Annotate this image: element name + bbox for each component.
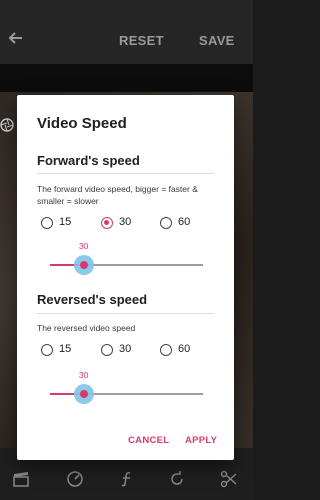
forward-radio-label-60: 60: [178, 216, 191, 228]
reversed-speed-slider[interactable]: [50, 393, 203, 395]
reversed-radio-15[interactable]: [41, 344, 53, 356]
clapperboard-icon[interactable]: [12, 470, 30, 488]
reversed-radio-label-30: 30: [119, 343, 132, 355]
divider: [37, 313, 214, 314]
reversed-radio-60[interactable]: [160, 344, 172, 356]
forward-radio-15[interactable]: [41, 217, 53, 229]
forward-slider-value: 30: [78, 241, 89, 251]
forward-speed-description: The forward video speed, bigger = faster…: [37, 184, 198, 206]
save-button[interactable]: SAVE: [199, 33, 235, 48]
forward-slider-thumb[interactable]: [79, 261, 88, 269]
forward-radio-30[interactable]: [101, 217, 113, 229]
reversed-slider-value: 30: [78, 370, 89, 380]
speedometer-icon[interactable]: [66, 470, 84, 488]
reversed-speed-title: Reversed's speed: [37, 292, 148, 307]
reversed-slider-thumb[interactable]: [79, 390, 88, 398]
apply-button[interactable]: APPLY: [185, 435, 217, 446]
forward-speed-slider[interactable]: [50, 264, 203, 266]
forward-radio-label-15: 15: [59, 216, 72, 228]
aperture-icon: [0, 118, 14, 132]
rotate-icon[interactable]: [168, 470, 186, 488]
divider: [37, 173, 214, 174]
reversed-radio-label-15: 15: [59, 343, 72, 355]
function-icon[interactable]: [118, 470, 136, 488]
reversed-radio-30[interactable]: [101, 344, 113, 356]
forward-radio-label-30: 30: [119, 216, 132, 228]
scissors-icon[interactable]: [220, 470, 238, 488]
reversed-radio-label-60: 60: [178, 343, 191, 355]
arrow-left-icon[interactable]: [8, 30, 24, 46]
top-toolbar: RESET SAVE: [0, 0, 253, 64]
video-speed-dialog: Video Speed Forward's speed The forward …: [17, 95, 234, 460]
cancel-button[interactable]: CANCEL: [128, 435, 169, 446]
reset-button[interactable]: RESET: [119, 33, 164, 48]
dialog-title: Video Speed: [37, 115, 127, 132]
forward-radio-60[interactable]: [160, 217, 172, 229]
reversed-speed-description: The reversed video speed: [37, 323, 136, 333]
forward-speed-title: Forward's speed: [37, 153, 140, 168]
